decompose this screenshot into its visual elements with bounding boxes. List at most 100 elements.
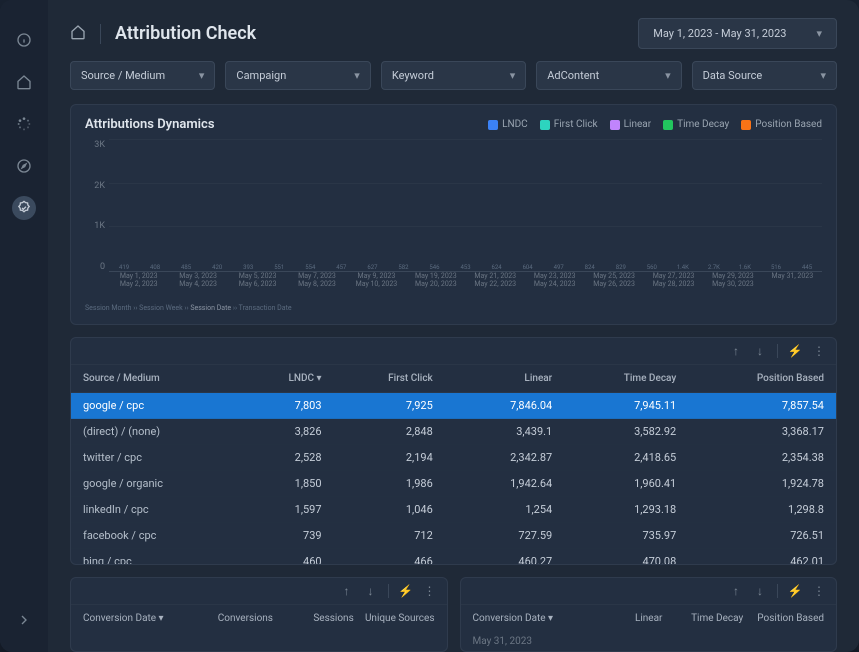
bolt-icon[interactable]: ⚡ — [788, 344, 802, 358]
filter-keyword[interactable]: Keyword▾ — [381, 61, 526, 90]
filter-row: Source / Medium▾Campaign▾Keyword▾AdConte… — [48, 61, 859, 104]
col-header[interactable]: Conversion Date ▾ — [473, 613, 582, 624]
table-row[interactable]: twitter / cpc2,5282,1942,342.872,418.652… — [71, 445, 836, 471]
col-header[interactable]: Position Based — [688, 365, 836, 393]
col-header[interactable]: Conversions — [200, 613, 273, 624]
bar-value-label: 445 — [802, 264, 812, 271]
x-tick: May 7, 2023May 8, 2023 — [287, 272, 346, 300]
arrow-up-icon[interactable]: ↑ — [729, 344, 743, 358]
arrow-down-icon[interactable]: ↓ — [753, 344, 767, 358]
table-row[interactable]: google / organic1,8501,9861,942.641,960.… — [71, 471, 836, 497]
filter-label: Data Source — [703, 69, 763, 82]
date-range-text: May 1, 2023 - May 31, 2023 — [653, 27, 786, 40]
arrow-down-icon[interactable]: ↓ — [364, 584, 378, 598]
x-tick: May 25, 2023May 26, 2023 — [584, 272, 643, 300]
more-icon[interactable]: ⋮ — [423, 584, 437, 598]
col-header[interactable]: Linear — [590, 613, 663, 624]
table-row: May 31, 2023 — [461, 632, 837, 651]
x-tick: May 21, 2023May 22, 2023 — [466, 272, 525, 300]
filter-label: AdContent — [547, 69, 599, 82]
legend-label: Linear — [624, 119, 651, 130]
legend-label: Time Decay — [677, 119, 729, 130]
chevron-down-icon: ▾ — [354, 69, 360, 82]
legend-swatch — [540, 120, 550, 130]
verified-icon[interactable] — [12, 196, 36, 220]
arrow-up-icon[interactable]: ↑ — [729, 584, 743, 598]
chart-breadcrumb: Session Month ›› Session Week ›› Session… — [85, 304, 822, 312]
more-icon[interactable]: ⋮ — [812, 584, 826, 598]
models-panel: ↑ ↓ ⚡ ⋮ Conversion Date ▾ Linear Time Deca… — [460, 577, 838, 652]
col-header[interactable]: Time Decay — [564, 365, 688, 393]
bar-value-label: 1.4K — [677, 264, 689, 271]
col-header[interactable]: LNDC ▾ — [240, 365, 334, 393]
bar-value-label: 393 — [243, 264, 253, 271]
table-toolbar: ↑ ↓ ⚡ ⋮ — [71, 338, 836, 365]
col-header[interactable]: Sessions — [281, 613, 354, 624]
bar-value-label: 546 — [429, 264, 439, 271]
bolt-icon[interactable]: ⚡ — [788, 584, 802, 598]
legend-item[interactable]: LNDC — [488, 119, 528, 130]
filter-data-source[interactable]: Data Source ▾ — [692, 61, 837, 90]
table-row[interactable]: facebook / cpc739712727.59735.97726.51 — [71, 523, 836, 549]
filter-label: Source / Medium — [81, 69, 165, 82]
x-tick: May 23, 2023May 24, 2023 — [525, 272, 584, 300]
legend-item[interactable]: Linear — [610, 119, 651, 130]
table-row[interactable]: (direct) / (none)3,8262,8483,439.13,582.… — [71, 419, 836, 445]
arrow-down-icon[interactable]: ↓ — [753, 584, 767, 598]
table-row[interactable]: linkedIn / cpc1,5971,0461,2541,293.181,2… — [71, 497, 836, 523]
x-tick: May 31, 2023 — [763, 272, 822, 300]
chevron-down-icon: ▾ — [199, 69, 205, 82]
legend-label: First Click — [554, 119, 598, 130]
legend-item[interactable]: Position Based — [741, 119, 822, 130]
table-row[interactable]: bing / cpc460466460.27470.08462.01 — [71, 549, 836, 566]
col-header[interactable]: Conversion Date ▾ — [83, 613, 192, 624]
header: Attribution Check May 1, 2023 - May 31, … — [48, 0, 859, 61]
filter-label: Keyword — [392, 69, 434, 82]
bar-value-label: 604 — [523, 264, 533, 271]
filter-source-medium[interactable]: Source / Medium ▾ — [70, 61, 215, 90]
x-tick: May 9, 2023May 10, 2023 — [347, 272, 406, 300]
more-icon[interactable]: ⋮ — [812, 344, 826, 358]
legend-swatch — [610, 120, 620, 130]
bolt-icon[interactable]: ⚡ — [399, 584, 413, 598]
x-tick: May 5, 2023May 6, 2023 — [228, 272, 287, 300]
attribution-table: ↑ ↓ ⚡ ⋮ Source / MediumLNDC ▾First Click… — [70, 337, 837, 565]
date-range-picker[interactable]: May 1, 2023 - May 31, 2023 ▾ — [638, 18, 837, 49]
legend-swatch — [663, 120, 673, 130]
table-row[interactable]: google / cpc7,8037,9257,846.047,945.117,… — [71, 393, 836, 419]
expand-icon[interactable] — [12, 608, 36, 632]
bar-value-label: 624 — [492, 264, 502, 271]
info-icon[interactable] — [12, 28, 36, 52]
legend-label: LNDC — [502, 119, 528, 130]
col-header[interactable]: Source / Medium — [71, 365, 240, 393]
col-header[interactable]: First Click — [334, 365, 445, 393]
legend-item[interactable]: Time Decay — [663, 119, 729, 130]
chart-panel: Attributions Dynamics LNDCFirst ClickLin… — [70, 104, 837, 325]
x-tick: May 29, 2023May 30, 2023 — [703, 272, 762, 300]
conversions-panel: ↑ ↓ ⚡ ⋮ Conversion Date ▾ Conversions Sess… — [70, 577, 448, 652]
bar-value-label: 551 — [274, 264, 284, 271]
arrow-up-icon[interactable]: ↑ — [340, 584, 354, 598]
bar-value-label: 824 — [585, 264, 595, 271]
x-tick: May 27, 2023May 28, 2023 — [644, 272, 703, 300]
x-tick: May 19, 2023May 20, 2023 — [406, 272, 465, 300]
bar-value-label: 497 — [554, 264, 564, 271]
page-title: Attribution Check — [115, 23, 256, 44]
filter-campaign[interactable]: Campaign ▾ — [225, 61, 370, 90]
chevron-down-icon: ▾ — [821, 69, 827, 82]
bar-value-label: 1.6K — [739, 264, 751, 271]
loading-icon[interactable] — [12, 112, 36, 136]
bar-value-label: 453 — [460, 264, 470, 271]
legend-swatch — [488, 120, 498, 130]
col-header[interactable]: Unique Sources — [362, 613, 435, 624]
compass-icon[interactable] — [12, 154, 36, 178]
col-header[interactable]: Linear — [445, 365, 564, 393]
home-icon[interactable] — [70, 24, 86, 43]
bar-value-label: 2.7K — [708, 264, 720, 271]
home-nav-icon[interactable] — [12, 70, 36, 94]
col-header[interactable]: Position Based — [751, 613, 824, 624]
filter-label: Campaign — [236, 69, 286, 82]
legend-item[interactable]: First Click — [540, 119, 598, 130]
col-header[interactable]: Time Decay — [670, 613, 743, 624]
filter-adcontent[interactable]: AdContent▾ — [536, 61, 681, 90]
